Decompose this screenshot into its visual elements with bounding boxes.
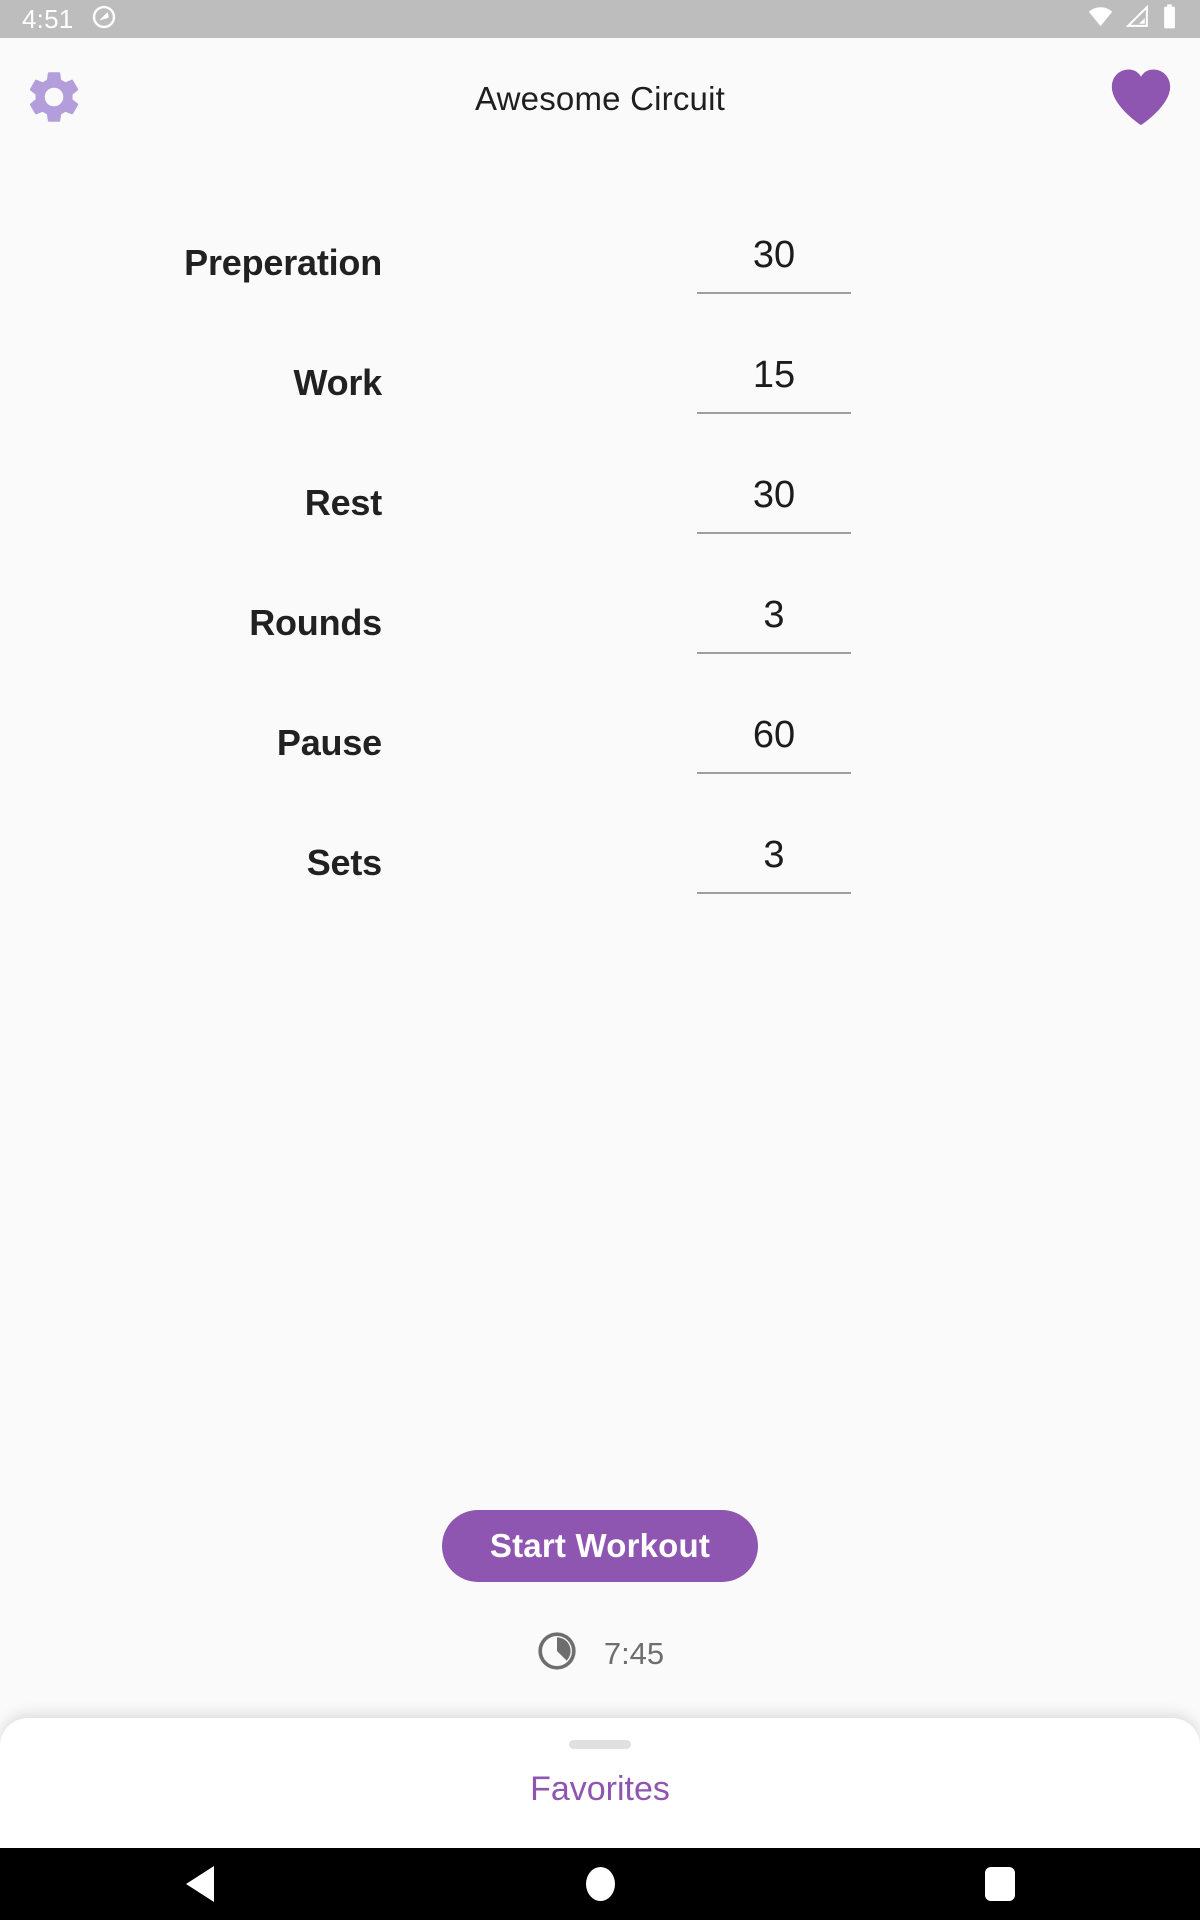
app-bar: Awesome Circuit [0, 38, 1200, 160]
total-time-row: 7:45 [0, 1630, 1200, 1677]
setting-row-pause: Pause 60 [0, 702, 1200, 822]
rest-input[interactable]: 30 [697, 472, 851, 532]
favorites-label[interactable]: Favorites [0, 1770, 1200, 1809]
back-triangle-icon [186, 1866, 214, 1902]
setting-label-pause: Pause [276, 722, 382, 763]
setting-label-rounds: Rounds [249, 602, 382, 643]
nav-recents-button[interactable] [940, 1848, 1060, 1920]
setting-field-sets[interactable]: 3 [697, 832, 851, 894]
setting-field-preperation[interactable]: 30 [697, 232, 851, 294]
home-circle-icon [585, 1867, 615, 1901]
setting-field-pause[interactable]: 60 [697, 712, 851, 774]
app-screen: 4:51 Awesome Circuit Preperation 30 Work… [0, 0, 1200, 1920]
status-bar-left: 4:51 [22, 4, 117, 35]
cellular-signal-icon [1125, 4, 1150, 34]
field-underline [697, 891, 851, 894]
setting-label-preperation: Preperation [184, 242, 382, 283]
setting-label-work: Work [293, 362, 382, 403]
field-underline [697, 531, 851, 534]
field-underline [697, 651, 851, 654]
field-underline [697, 411, 851, 414]
favorite-button[interactable] [1102, 60, 1180, 138]
total-time-value: 7:45 [603, 1635, 665, 1671]
setting-row-preperation: Preperation 30 [0, 222, 1200, 342]
sets-input[interactable]: 3 [697, 832, 851, 892]
setting-field-rounds[interactable]: 3 [697, 592, 851, 654]
page-title: Awesome Circuit [475, 80, 725, 117]
preperation-input[interactable]: 30 [697, 232, 851, 292]
pause-input[interactable]: 60 [697, 712, 851, 772]
settings-list: Preperation 30 Work 15 Rest 30 Rounds 3 [0, 222, 1200, 942]
nav-home-button[interactable] [540, 1848, 660, 1920]
setting-field-rest[interactable]: 30 [697, 472, 851, 534]
status-time: 4:51 [22, 4, 74, 34]
drag-handle[interactable] [569, 1740, 631, 1749]
status-bar-right [1087, 3, 1186, 35]
setting-row-rounds: Rounds 3 [0, 582, 1200, 702]
favorites-bottom-sheet[interactable]: Favorites [0, 1718, 1200, 1848]
field-underline [697, 291, 851, 294]
setting-label-rest: Rest [304, 482, 382, 523]
wifi-icon [1087, 3, 1114, 35]
recents-square-icon [985, 1867, 1015, 1901]
nav-back-button[interactable] [140, 1848, 260, 1920]
battery-full-icon [1161, 3, 1178, 35]
work-input[interactable]: 15 [697, 352, 851, 412]
setting-field-work[interactable]: 15 [697, 352, 851, 414]
field-underline [697, 771, 851, 774]
timer-pie-icon [536, 1630, 578, 1677]
android-q-logo-icon [91, 4, 117, 35]
setting-row-work: Work 15 [0, 342, 1200, 462]
setting-row-sets: Sets 3 [0, 822, 1200, 942]
status-bar: 4:51 [0, 0, 1200, 38]
heart-icon [1108, 66, 1174, 133]
android-nav-bar [0, 1848, 1200, 1920]
start-workout-button[interactable]: Start Workout [442, 1510, 758, 1582]
rounds-input[interactable]: 3 [697, 592, 851, 652]
setting-label-sets: Sets [306, 842, 382, 883]
setting-row-rest: Rest 30 [0, 462, 1200, 582]
